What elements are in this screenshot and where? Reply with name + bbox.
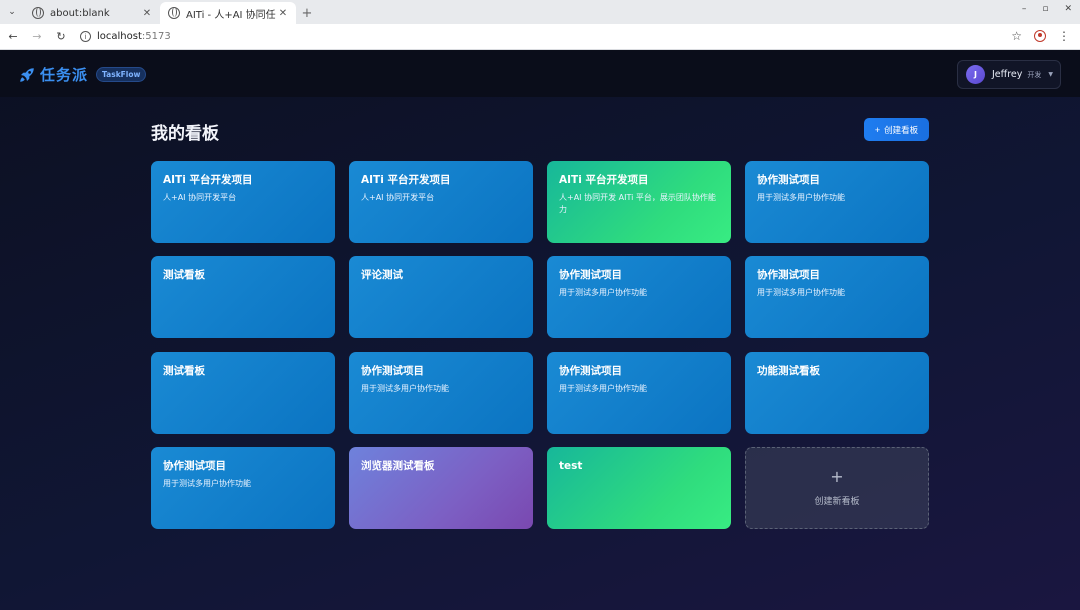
url-host: localhost (97, 31, 142, 42)
back-arrow-icon[interactable]: ← (2, 26, 24, 48)
rocket-icon (20, 67, 34, 82)
board-card[interactable]: 协作测试项目用于测试多用户协作功能 (547, 256, 731, 338)
logo-text: 任务派 (40, 66, 89, 84)
board-card[interactable]: 协作测试项目用于测试多用户协作功能 (349, 352, 533, 434)
browser-tab-about-blank[interactable]: about:blank ✕ (24, 2, 160, 24)
address-bar: ← → ↻ i localhost:5173 ☆ ⋮ (0, 24, 1080, 50)
close-window-icon[interactable]: ✕ (1064, 4, 1072, 14)
board-card[interactable]: 协作测试项目用于测试多用户协作功能 (151, 447, 335, 529)
board-title: 协作测试项目 (757, 269, 820, 281)
board-title: 测试看板 (163, 269, 205, 281)
board-description: 人+AI 协同开发平台 (163, 193, 237, 202)
board-description: 用于测试多用户协作功能 (757, 193, 845, 202)
board-title: test (559, 460, 583, 472)
board-card[interactable]: AITi 平台开发项目 人+AI 协同开发平台 (151, 161, 335, 243)
create-new-board-label: 创建新看板 (814, 497, 860, 507)
logo[interactable]: 任务派 TaskFlow (18, 64, 147, 85)
board-title: 浏览器测试看板 (361, 460, 435, 472)
logo-badge: TaskFlow (96, 67, 147, 82)
board-card[interactable]: 测试看板 (151, 352, 335, 434)
window-controls: – ▫ ✕ (1022, 4, 1072, 14)
board-description: 用于测试多用户协作功能 (163, 479, 251, 488)
browser-tab-aiti[interactable]: AITi - 人+AI 协同任务管理 ✕ (160, 2, 296, 24)
globe-icon (32, 7, 44, 19)
new-tab-button[interactable]: + (296, 2, 318, 24)
board-description: 人+AI 协同开发平台 (361, 193, 435, 202)
tab-list-chevron-icon[interactable]: ⌄ (0, 0, 24, 24)
maximize-icon[interactable]: ▫ (1042, 4, 1048, 14)
browser-tab-bar: ⌄ about:blank ✕ AITi - 人+AI 协同任务管理 ✕ + –… (0, 0, 1080, 24)
board-description: 用于测试多用户协作功能 (757, 288, 845, 297)
board-card[interactable]: 功能测试看板 (745, 352, 929, 434)
create-board-button[interactable]: + 创建看板 (864, 118, 929, 141)
board-title: 协作测试项目 (559, 365, 622, 377)
board-description: 用于测试多用户协作功能 (361, 384, 449, 393)
create-board-label: 创建看板 (884, 124, 919, 135)
create-new-board-card[interactable]: + 创建新看板 (745, 447, 929, 529)
url-port: :5173 (141, 31, 171, 42)
avatar: J (966, 65, 985, 84)
board-title: 评论测试 (361, 269, 403, 281)
board-title: 协作测试项目 (163, 460, 226, 472)
board-description: 人+AI 协同开发 AITi 平台，展示团队协作能力 (559, 193, 716, 214)
board-card[interactable]: 浏览器测试看板 (349, 447, 533, 529)
app-root: 任务派 TaskFlow J Jeffrey 开发 ▼ 我的看板 + 创建看板 … (0, 51, 1080, 610)
reload-icon[interactable]: ↻ (50, 26, 72, 48)
forward-arrow-icon[interactable]: → (26, 26, 48, 48)
board-card[interactable]: 协作测试项目用于测试多用户协作功能 (745, 161, 929, 243)
board-description: 用于测试多用户协作功能 (559, 288, 647, 297)
board-card[interactable]: test (547, 447, 731, 529)
user-role: 开发 (1027, 70, 1042, 79)
board-title: 协作测试项目 (361, 365, 424, 377)
board-card[interactable]: 协作测试项目用于测试多用户协作功能 (745, 256, 929, 338)
board-title: 功能测试看板 (757, 365, 820, 377)
board-title: AITi 平台开发项目 (361, 174, 451, 186)
star-icon[interactable]: ☆ (1011, 29, 1022, 43)
plus-icon: + (874, 124, 881, 135)
board-card[interactable]: AITi 平台开发项目人+AI 协同开发 AITi 平台，展示团队协作能力 (547, 161, 731, 243)
chevron-down-icon: ▼ (1048, 71, 1053, 78)
tab-title: AITi - 人+AI 协同任务管理 (186, 9, 276, 21)
board-card[interactable]: AITi 平台开发项目 人+AI 协同开发平台 (349, 161, 533, 243)
plus-icon: + (830, 467, 844, 486)
user-menu[interactable]: J Jeffrey 开发 ▼ (957, 60, 1061, 89)
globe-icon (168, 7, 180, 19)
board-title: 测试看板 (163, 365, 205, 377)
board-card[interactable]: 协作测试项目用于测试多用户协作功能 (547, 352, 731, 434)
app-header: 任务派 TaskFlow J Jeffrey 开发 ▼ (0, 51, 1080, 97)
profile-icon[interactable] (1034, 30, 1046, 42)
tab-title: about:blank (50, 7, 110, 19)
close-tab-icon[interactable]: ✕ (140, 8, 154, 19)
minimize-icon[interactable]: – (1022, 4, 1027, 14)
page-title: 我的看板 (151, 124, 219, 144)
board-card[interactable]: 评论测试 (349, 256, 533, 338)
url-field[interactable]: i localhost:5173 (80, 31, 171, 42)
board-card[interactable]: 测试看板 (151, 256, 335, 338)
kebab-menu-icon[interactable]: ⋮ (1058, 30, 1070, 42)
board-title: AITi 平台开发项目 (163, 174, 253, 186)
close-tab-icon[interactable]: ✕ (276, 8, 290, 19)
site-info-icon[interactable]: i (80, 31, 91, 42)
board-title: 协作测试项目 (559, 269, 622, 281)
user-name: Jeffrey (992, 69, 1023, 80)
board-title: 协作测试项目 (757, 174, 820, 186)
board-description: 用于测试多用户协作功能 (559, 384, 647, 393)
board-title: AITi 平台开发项目 (559, 174, 649, 186)
